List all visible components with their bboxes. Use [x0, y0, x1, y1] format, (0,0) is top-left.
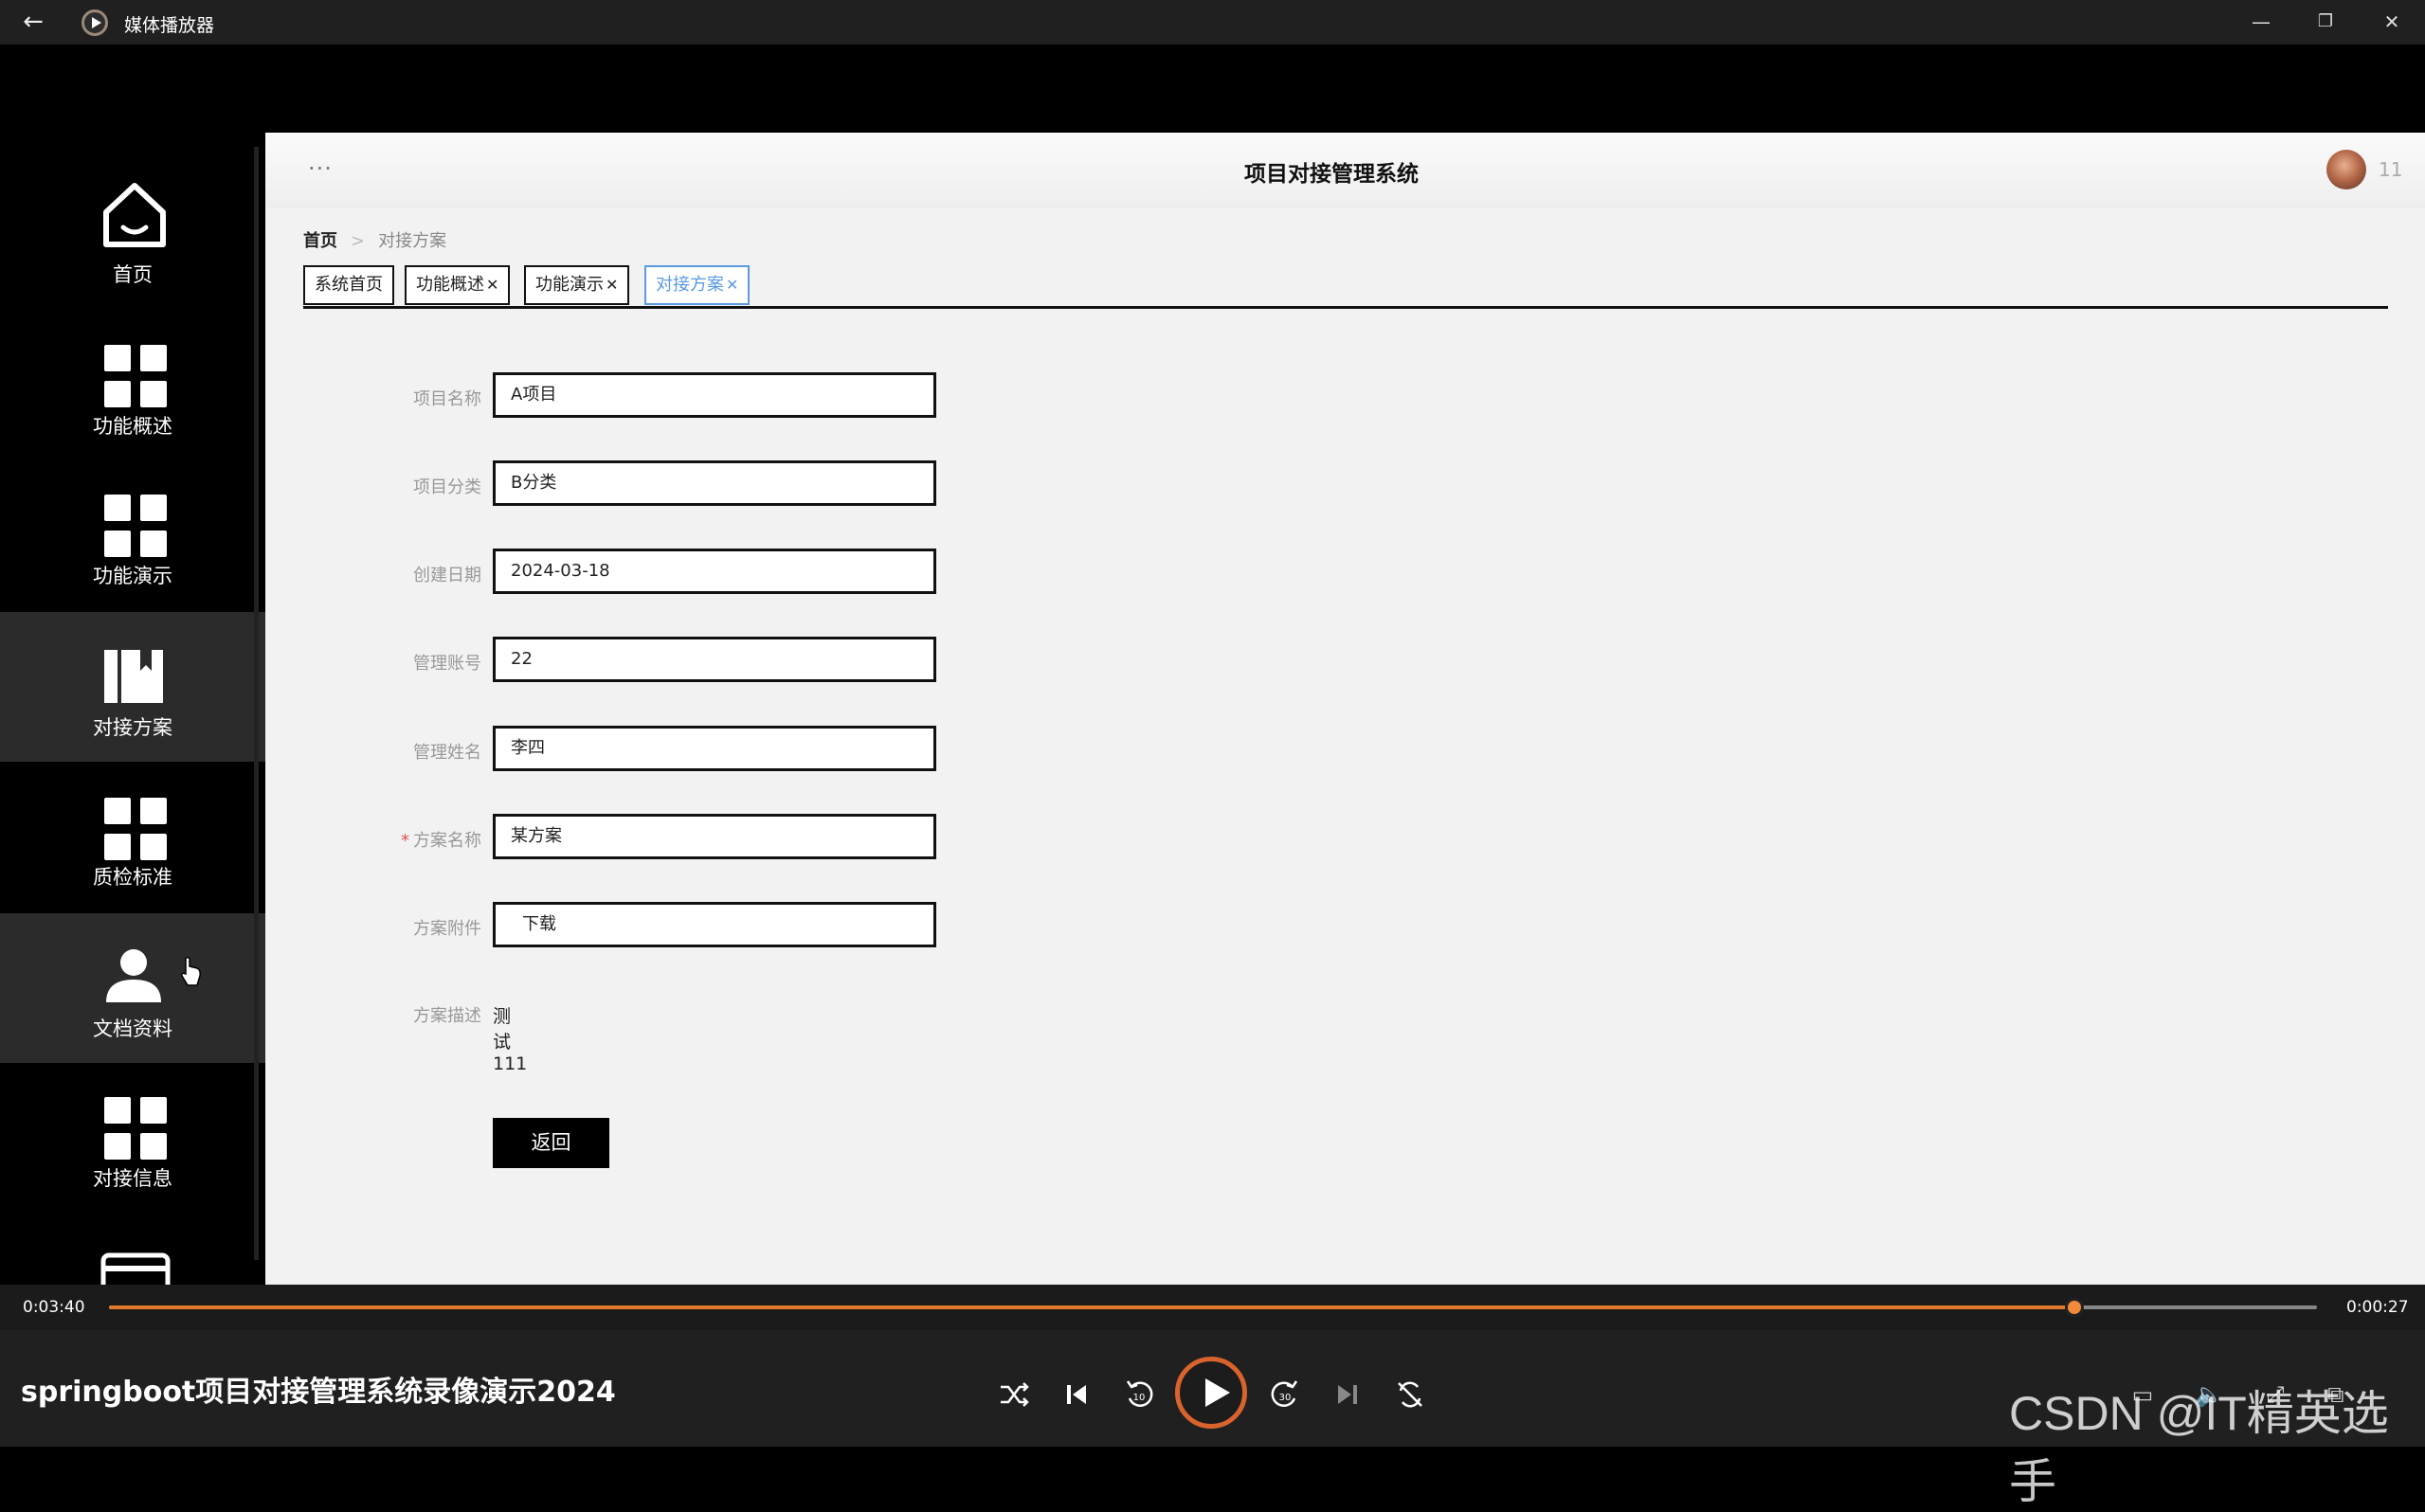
breadcrumb-home[interactable]: 首页	[303, 231, 337, 251]
window-titlebar: ← 媒体播放器 — ❐ ✕	[0, 0, 2425, 45]
manager-name-field[interactable]: 李四	[493, 726, 936, 771]
tab-label: 系统首页	[315, 275, 383, 295]
minimize-button[interactable]: —	[2242, 6, 2280, 38]
skip-forward-label: 30	[1279, 1393, 1292, 1403]
back-button[interactable]: 返回	[493, 1118, 609, 1168]
user-icon	[106, 949, 161, 1002]
manager-account-field[interactable]: 22	[493, 637, 936, 682]
field-label: 创建日期	[413, 566, 481, 585]
page-title: 项目对接管理系统	[1244, 162, 1419, 187]
tab-label: 功能演示	[535, 275, 604, 295]
tab-demo[interactable]: 功能演示 ✕	[524, 265, 630, 305]
home-icon	[103, 183, 166, 247]
breadcrumb-separator: >	[351, 231, 366, 251]
field-label: 项目名称	[413, 389, 481, 409]
media-player-app-icon	[81, 9, 108, 36]
breadcrumb: 首页 > 对接方案	[303, 227, 446, 252]
previous-icon[interactable]	[1059, 1377, 1094, 1412]
sidebar-item-quality[interactable]: 质检标准	[0, 762, 265, 911]
menu-dots-icon[interactable]: ···	[308, 155, 333, 182]
field-label-text: 方案名称	[413, 831, 481, 851]
grid-icon	[104, 345, 167, 407]
field-label: 管理姓名	[413, 743, 481, 763]
video-title: springboot项目对接管理系统录像演示2024	[21, 1376, 616, 1409]
grid-icon	[104, 1097, 167, 1160]
back-arrow-icon[interactable]: ←	[19, 8, 47, 36]
close-icon[interactable]: ✕	[606, 276, 618, 294]
plan-name-field[interactable]: 某方案	[493, 814, 936, 859]
sidebar-item-demo[interactable]: 功能演示	[0, 462, 265, 612]
plan-description-text: 测试111	[493, 1006, 528, 1074]
grid-icon	[104, 798, 167, 860]
seek-thumb[interactable]	[2064, 1298, 2084, 1317]
repeat-off-icon[interactable]	[1393, 1377, 1427, 1412]
field-label: 管理账号	[413, 654, 481, 674]
field-label: 方案描述	[413, 1006, 481, 1026]
tab-system-home[interactable]: 系统首页	[303, 265, 394, 305]
sidebar-scrollbar[interactable]	[254, 147, 259, 1260]
watermark: CSDN @IT精英选手	[2009, 1387, 2389, 1508]
main-content: ··· 项目对接管理系统 11 首页 > 对接方案 系统首页 功能概述 ✕ 功能演示 ✕…	[265, 133, 2425, 1285]
avatar[interactable]	[2326, 150, 2366, 189]
attachment-download-link[interactable]: 下载	[493, 902, 936, 947]
progress-row: 0:03:40 0:00:27	[0, 1285, 2425, 1330]
player-controls: springboot项目对接管理系统录像演示2024 10 30 ▭ 🔈 ⤢ ⧉…	[0, 1330, 2425, 1508]
sidebar-item-home[interactable]: 首页	[0, 161, 265, 311]
book-icon	[104, 650, 163, 703]
sidebar-item-label: 对接方案	[93, 716, 172, 739]
field-label: * 方案名称	[265, 827, 481, 852]
tab-label: 对接方案	[656, 275, 724, 295]
user-number: 11	[2379, 158, 2403, 181]
sidebar-item-docking-plan[interactable]: 对接方案	[0, 612, 265, 762]
tab-overview[interactable]: 功能概述 ✕	[405, 265, 511, 305]
seek-bar[interactable]	[109, 1298, 2317, 1317]
next-icon[interactable]	[1330, 1377, 1365, 1412]
project-name-field[interactable]: A项目	[493, 372, 936, 418]
close-button[interactable]: ✕	[2373, 6, 2411, 38]
tab-docking-plan[interactable]: 对接方案 ✕	[644, 265, 751, 305]
mouse-cursor-icon	[181, 956, 201, 986]
time-remaining: 0:00:27	[2346, 1298, 2409, 1317]
tab-bar: 系统首页 功能概述 ✕ 功能演示 ✕ 对接方案 ✕	[303, 265, 2388, 309]
sidebar-item-documents[interactable]: 文档资料	[0, 913, 265, 1063]
close-icon[interactable]: ✕	[726, 276, 738, 294]
skip-forward-30-icon[interactable]: 30	[1268, 1377, 1302, 1412]
sidebar-item-label: 功能演示	[93, 565, 172, 587]
skip-back-10-icon[interactable]: 10	[1122, 1377, 1156, 1412]
required-marker: *	[401, 831, 409, 851]
play-button[interactable]	[1175, 1357, 1247, 1429]
sidebar-item-label: 对接信息	[93, 1167, 172, 1190]
time-elapsed: 0:03:40	[23, 1298, 85, 1317]
restore-button[interactable]: ❐	[2307, 6, 2344, 38]
project-category-field[interactable]: B分类	[493, 460, 936, 506]
skip-back-label: 10	[1133, 1393, 1146, 1403]
close-icon[interactable]: ✕	[486, 276, 498, 294]
field-label: 方案附件	[413, 919, 481, 939]
page-header: ··· 项目对接管理系统 11	[265, 133, 2425, 208]
sidebar-item-docking-info[interactable]: 对接信息	[0, 1063, 265, 1213]
created-date-field[interactable]: 2024-03-18	[493, 549, 936, 594]
sidebar-item-label: 首页	[113, 263, 153, 286]
card-icon	[100, 1252, 171, 1285]
sidebar-item-label: 功能概述	[93, 415, 172, 438]
grid-icon	[104, 495, 167, 557]
sidebar-item-label: 质检标准	[93, 866, 172, 889]
sidebar-item-label: 文档资料	[93, 1017, 172, 1040]
shuffle-icon[interactable]	[997, 1377, 1031, 1412]
app-title: 媒体播放器	[124, 15, 215, 36]
field-label: 项目分类	[413, 477, 481, 497]
tab-label: 功能概述	[416, 275, 484, 295]
seek-bar-fill	[109, 1305, 2074, 1309]
sidebar-item-overview[interactable]: 功能概述	[0, 313, 265, 462]
breadcrumb-current: 对接方案	[378, 231, 447, 251]
